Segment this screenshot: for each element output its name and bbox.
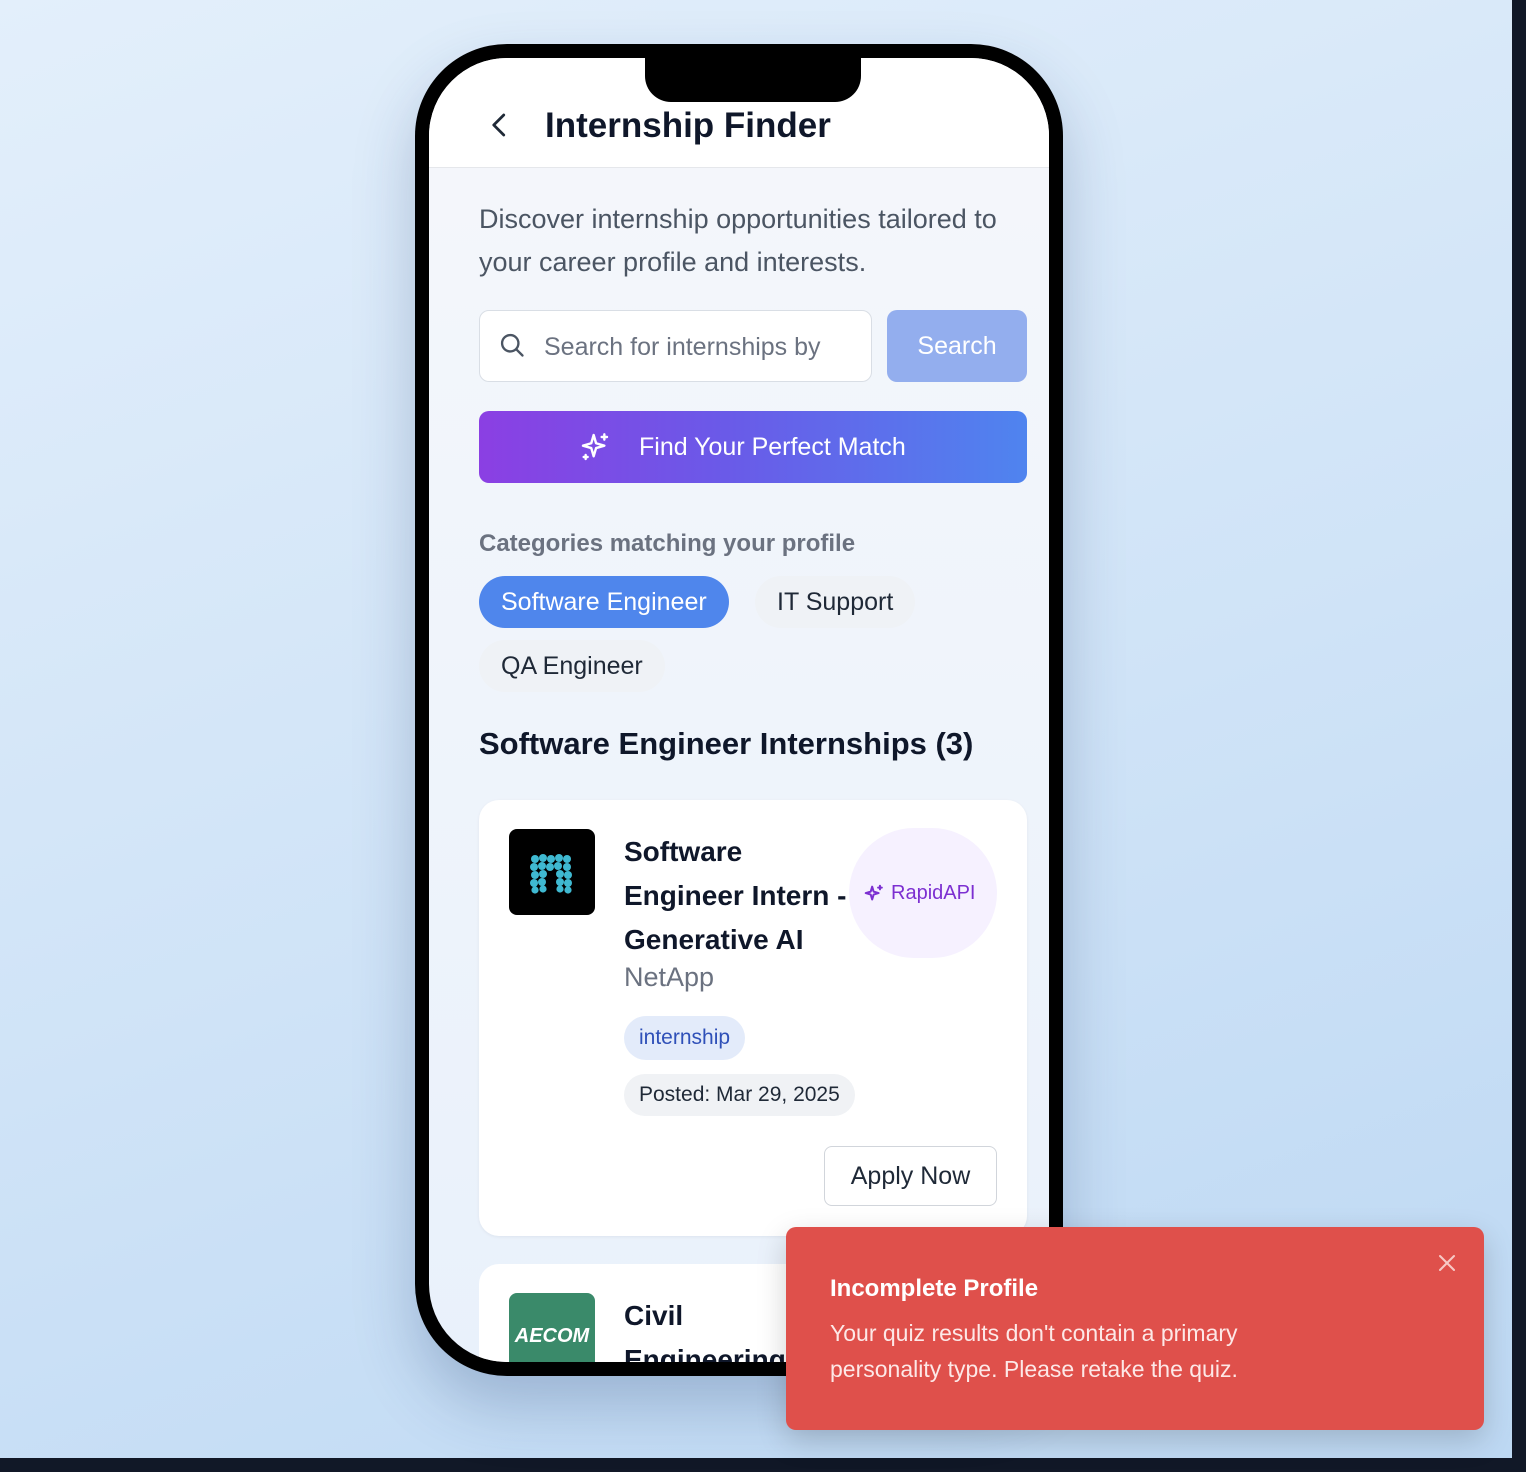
category-chip-software-engineer[interactable]: Software Engineer xyxy=(479,576,729,628)
close-icon[interactable] xyxy=(1437,1253,1457,1273)
apply-now-button[interactable]: Apply Now xyxy=(824,1146,997,1206)
find-match-button[interactable]: Find Your Perfect Match xyxy=(479,411,1027,483)
toast-title: Incomplete Profile xyxy=(830,1275,1039,1302)
company-logo-netapp xyxy=(509,829,595,915)
phone-screen: Internship Finder Discover internship op… xyxy=(429,58,1049,1362)
search-input[interactable] xyxy=(544,325,862,369)
posted-date-tag: Posted: Mar 29, 2025 xyxy=(624,1074,855,1116)
chevron-left-icon[interactable] xyxy=(485,110,515,140)
sparkles-icon xyxy=(581,433,609,461)
phone-notch xyxy=(645,58,861,102)
page-title: Internship Finder xyxy=(545,106,831,145)
listing-card: Software Engineer Intern - Generative AI… xyxy=(479,800,1027,1236)
netapp-logo-icon xyxy=(530,854,572,894)
job-type-tag: internship xyxy=(624,1016,746,1060)
toast-message: Your quiz results don't contain a primar… xyxy=(830,1320,1238,1382)
company-logo-aecom: AECOM xyxy=(509,1293,595,1362)
find-match-label: Find Your Perfect Match xyxy=(639,433,906,461)
listings-heading: Software Engineer Internships (3) xyxy=(479,726,974,761)
intro-text: Discover internship opportunities tailor… xyxy=(479,204,997,277)
category-chip-it-support[interactable]: IT Support xyxy=(755,576,916,628)
desktop-background: Internship Finder Discover internship op… xyxy=(0,0,1512,1458)
categories-heading: Categories matching your profile xyxy=(479,530,856,557)
company-name: NetApp xyxy=(624,962,715,992)
job-title[interactable]: Software Engineer Intern - Generative AI xyxy=(624,830,849,962)
phone-frame: Internship Finder Discover internship op… xyxy=(415,44,1063,1376)
search-box xyxy=(479,310,872,382)
sparkles-icon xyxy=(864,884,883,901)
error-toast: Incomplete Profile Your quiz results don… xyxy=(786,1227,1484,1430)
category-chip-qa-engineer[interactable]: QA Engineer xyxy=(479,640,665,692)
source-label: RapidAPI xyxy=(891,882,976,904)
search-icon xyxy=(500,333,524,357)
source-badge: RapidAPI xyxy=(849,828,997,958)
search-button[interactable]: Search xyxy=(887,310,1027,382)
